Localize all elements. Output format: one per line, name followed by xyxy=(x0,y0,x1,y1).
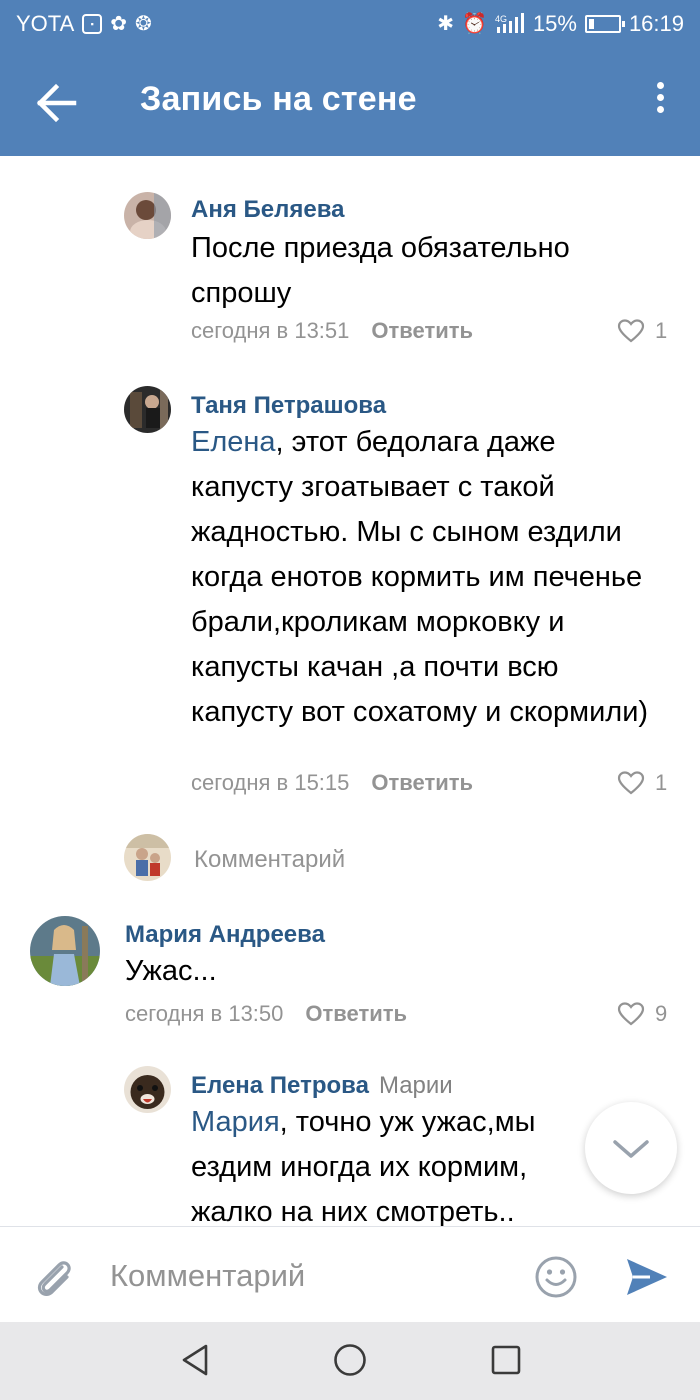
send-icon[interactable] xyxy=(624,1255,670,1299)
octopus-icon: ✿ xyxy=(110,13,128,35)
battery-icon xyxy=(584,15,625,33)
comment-author[interactable]: Таня Петрашова xyxy=(191,392,386,420)
svg-text:4G: 4G xyxy=(495,14,507,24)
avatar[interactable] xyxy=(124,1066,171,1113)
battery-fill xyxy=(588,19,594,29)
battery-percent: 15% xyxy=(532,11,577,36)
nav-recent-icon[interactable] xyxy=(491,1345,521,1375)
comment-item: Аня Беляева После приезда обязательно сп… xyxy=(0,156,700,356)
carrier-label: YOTA xyxy=(16,11,75,36)
comment-text: Мария, точно уж ужас,мы ездим иногда их … xyxy=(191,1100,591,1226)
comment-author[interactable]: Мария Андреева xyxy=(125,921,325,949)
comment-meta: сегодня в 15:15 Ответить xyxy=(191,770,473,796)
comment-feed[interactable]: Аня Беляева После приезда обязательно сп… xyxy=(0,156,700,1226)
comment-author: Елена Петрова Марии xyxy=(191,1072,453,1100)
page-header: Запись на стене xyxy=(0,50,700,156)
like-count: 1 xyxy=(655,770,668,795)
smile-icon[interactable] xyxy=(534,1255,578,1299)
nav-home-icon[interactable] xyxy=(333,1343,367,1377)
page-title: Запись на стене xyxy=(140,80,417,118)
comment-input[interactable] xyxy=(110,1253,510,1299)
comment-meta: сегодня в 13:51 Ответить xyxy=(191,318,473,344)
like-button[interactable]: 1 xyxy=(617,318,667,344)
comment-time: сегодня в 13:50 xyxy=(125,1001,284,1026)
reply-button[interactable]: Ответить xyxy=(371,318,473,343)
system-nav-bar xyxy=(0,1322,700,1400)
comment-body: , этот бедолага даже капусту згоатывает … xyxy=(191,426,649,728)
comment-time: сегодня в 13:51 xyxy=(191,318,350,343)
comment-text: Елена, этот бедолага даже капусту згоаты… xyxy=(191,420,661,735)
heart-icon xyxy=(617,771,645,795)
comment-meta: сегодня в 13:50 Ответить xyxy=(125,1001,407,1027)
avatar xyxy=(124,834,171,881)
more-vertical-icon[interactable] xyxy=(650,82,670,122)
chevron-down-icon xyxy=(613,1140,649,1158)
reply-to-label[interactable]: Марии xyxy=(379,1072,453,1099)
heart-icon xyxy=(617,1002,645,1026)
comment-text: После приезда обязательно спрошу xyxy=(191,232,570,309)
sync-icon: ❂ xyxy=(135,13,152,35)
avatar[interactable] xyxy=(124,192,171,239)
nav-back-icon[interactable] xyxy=(178,1342,214,1378)
notification-icon: ▪ xyxy=(82,14,103,34)
clock: 16:19 xyxy=(628,11,684,36)
avatar[interactable] xyxy=(124,386,171,433)
like-button[interactable]: 1 xyxy=(617,770,667,796)
alarm-icon: ⏰ xyxy=(461,13,487,35)
comment-text: Ужас... xyxy=(125,955,217,987)
comment-composer xyxy=(0,1226,700,1322)
reply-button[interactable]: Ответить xyxy=(371,770,473,795)
avatar[interactable] xyxy=(30,916,100,986)
author-name[interactable]: Елена Петрова xyxy=(191,1072,369,1099)
reply-prompt-label[interactable]: Комментарий xyxy=(194,846,345,874)
like-count: 9 xyxy=(655,1001,668,1026)
comment-item: Таня Петрашова Елена, этот бедолага даже… xyxy=(0,356,700,806)
scroll-down-button[interactable] xyxy=(585,1102,677,1194)
like-count: 1 xyxy=(655,318,668,343)
mention-link[interactable]: Елена xyxy=(191,426,276,458)
paperclip-icon[interactable] xyxy=(30,1253,78,1301)
status-bar: YOTA ▪ ✿ ❂ ✱ ⏰ 4G 15% 16:19 xyxy=(0,0,700,50)
mention-link[interactable]: Мария xyxy=(191,1106,280,1138)
comment-item: Мария Андреева Ужас... сегодня в 13:50 От… xyxy=(0,896,700,1066)
reply-prompt[interactable]: Комментарий xyxy=(0,806,700,896)
comment-author[interactable]: Аня Беляева xyxy=(191,196,344,224)
arrow-left-icon[interactable] xyxy=(30,80,80,126)
bluetooth-icon: ✱ xyxy=(437,13,454,35)
like-button[interactable]: 9 xyxy=(617,1001,667,1027)
signal-icon: 4G xyxy=(495,13,524,33)
reply-button[interactable]: Ответить xyxy=(305,1001,407,1026)
app-bar: YOTA ▪ ✿ ❂ ✱ ⏰ 4G 15% 16:19 Запись на ст… xyxy=(0,0,700,156)
comment-time: сегодня в 15:15 xyxy=(191,770,350,795)
heart-icon xyxy=(617,319,645,343)
